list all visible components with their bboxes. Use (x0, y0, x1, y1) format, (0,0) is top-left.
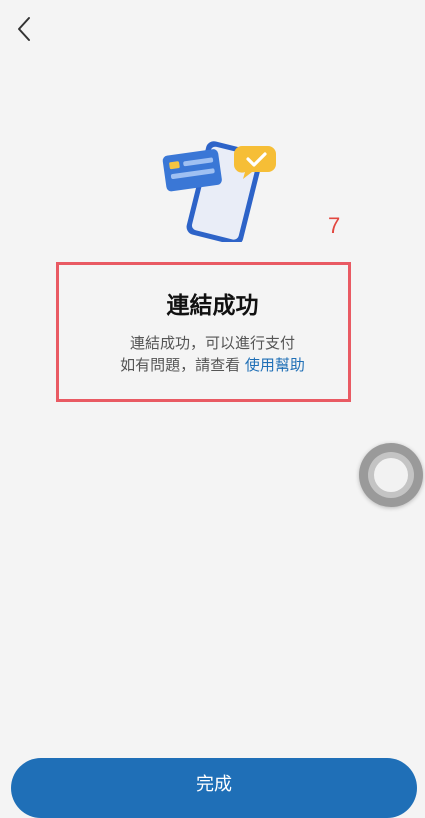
chevron-left-icon (18, 17, 30, 41)
assistive-touch-icon (368, 452, 414, 498)
success-title: 連結成功 (166, 293, 259, 319)
back-button[interactable] (10, 14, 38, 44)
help-link[interactable]: 使用幫助 (245, 356, 305, 374)
help-hint: 如有問題，請查看 使用幫助 (0, 354, 425, 375)
help-hint-text: 如有問題，請查看 (120, 356, 241, 374)
success-description: 連結成功，可以進行支付 (129, 334, 295, 352)
phone-card-check-icon (162, 141, 276, 242)
step-number-label: 7 (328, 213, 341, 238)
done-button[interactable]: 完成 (11, 758, 417, 818)
floating-assistive-button[interactable] (359, 443, 423, 507)
